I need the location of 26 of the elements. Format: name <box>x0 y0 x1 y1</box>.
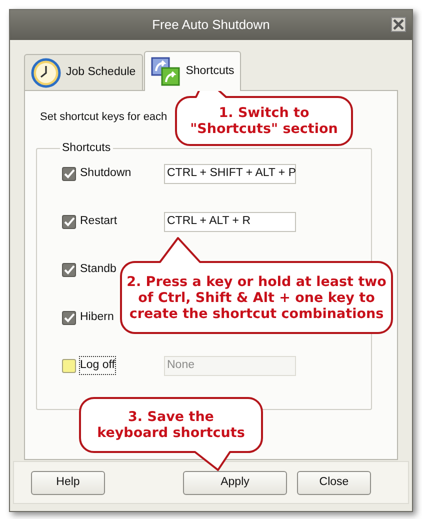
clock-icon <box>31 58 61 88</box>
checkbox[interactable] <box>62 262 76 277</box>
checkbox-label[interactable]: Standb <box>80 261 116 278</box>
checkbox[interactable] <box>62 310 76 325</box>
checkbox[interactable] <box>62 214 76 229</box>
close-icon[interactable] <box>391 17 406 32</box>
group-title: Shortcuts <box>61 140 112 156</box>
dialog-button[interactable]: Help <box>31 470 105 494</box>
intro-text: Set shortcut keys for each <box>40 110 168 125</box>
callout-text: 2. Press a key or hold at least two of Ctrl, Shift & Alt + one key to create the shortcut combinations <box>126 274 386 322</box>
checkbox-label[interactable]: Log off <box>80 357 115 374</box>
checkbox[interactable] <box>62 358 76 373</box>
checkbox-label[interactable]: Restart <box>80 213 118 230</box>
callout-text: 3. Save the keyboard shortcuts <box>97 409 245 441</box>
dialog-button[interactable]: Close <box>297 470 371 494</box>
checkbox[interactable] <box>62 166 76 181</box>
callout-text: 1. Switch to "Shortcuts" section <box>190 105 338 137</box>
shortcut-arrows-icon <box>150 56 181 86</box>
window-title: Free Auto Shutdown <box>152 16 270 34</box>
tab[interactable]: Shortcuts <box>144 51 242 91</box>
shortcut-field[interactable]: CTRL + SHIFT + ALT + P <box>164 164 296 184</box>
shortcut-field[interactable]: CTRL + ALT + R <box>164 212 296 232</box>
dialog-button[interactable]: Apply <box>183 470 287 494</box>
checkbox-label[interactable]: Hibern <box>80 309 114 326</box>
tab[interactable]: Job Schedule <box>24 54 143 90</box>
checkbox-label[interactable]: Shutdown <box>80 165 132 182</box>
